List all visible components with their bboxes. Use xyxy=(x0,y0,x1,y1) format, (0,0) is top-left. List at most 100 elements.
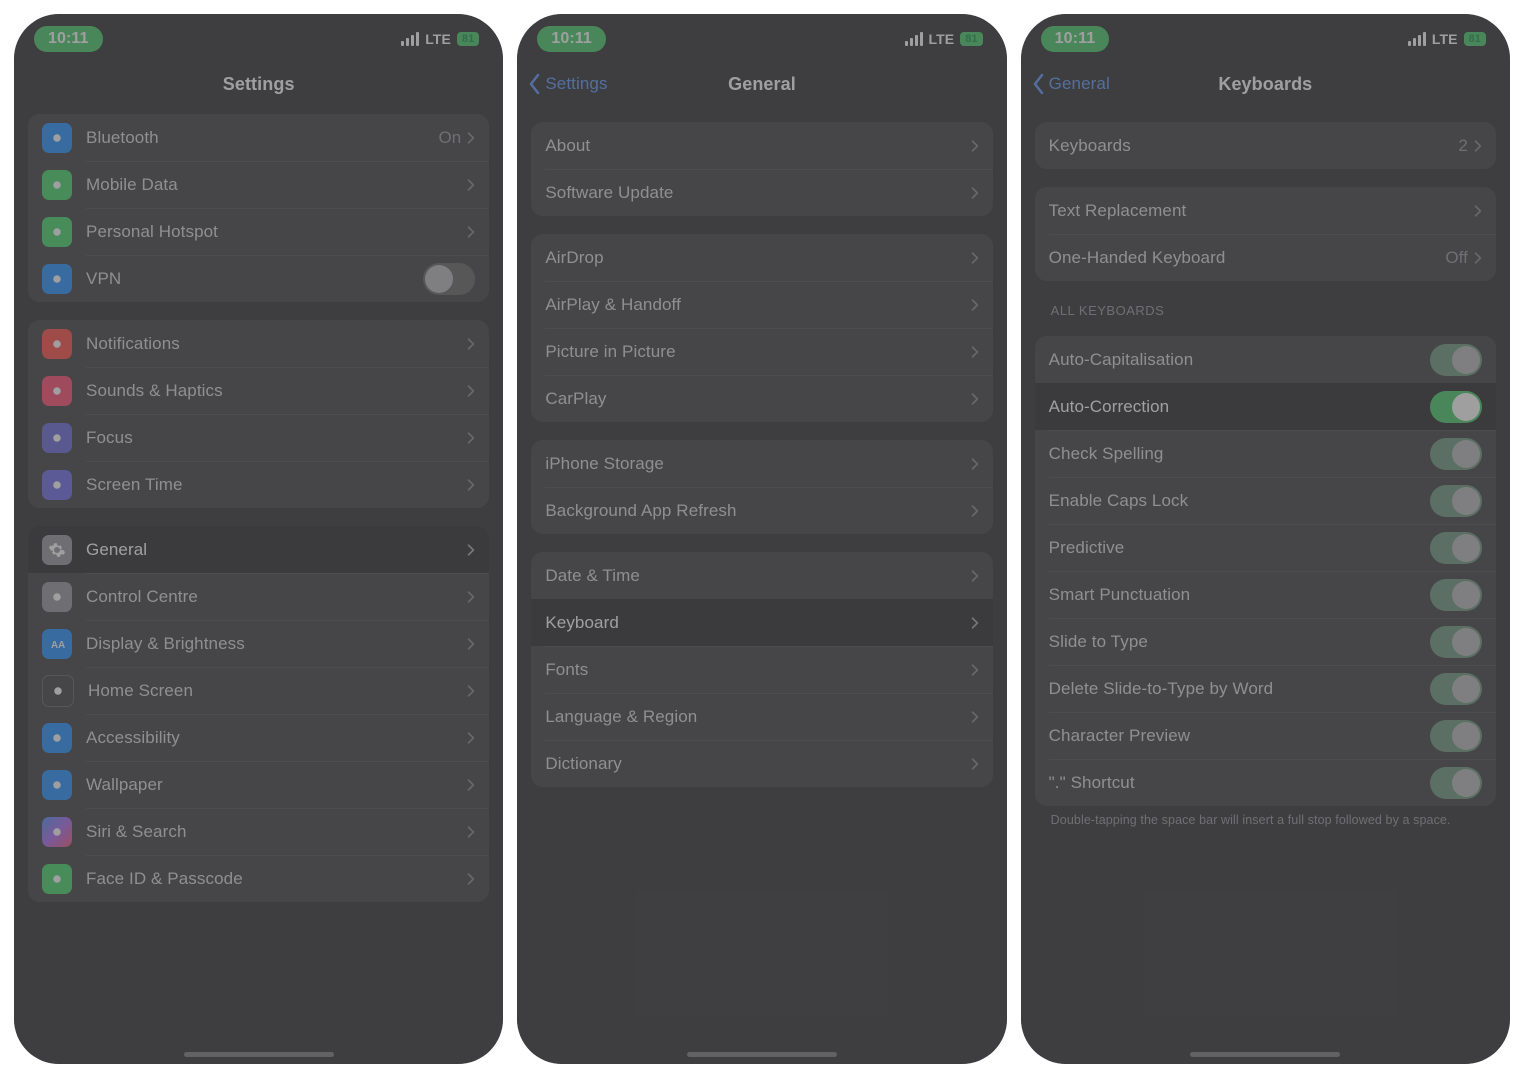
toggle-switch[interactable] xyxy=(1430,579,1482,611)
general-row-date-time[interactable]: Date & Time xyxy=(531,552,992,599)
chevron-right-icon xyxy=(971,569,979,583)
settings-row-general[interactable]: General xyxy=(28,526,489,573)
general-row-keyboard[interactable]: Keyboard xyxy=(531,599,992,646)
settings-row-face-id-passcode[interactable]: Face ID & Passcode xyxy=(28,855,489,902)
general-row-picture-in-picture[interactable]: Picture in Picture xyxy=(531,328,992,375)
chevron-right-icon xyxy=(971,186,979,200)
general-row-carplay[interactable]: CarPlay xyxy=(531,375,992,422)
keyboards-row-one-handed-keyboard[interactable]: One-Handed KeyboardOff xyxy=(1035,234,1496,281)
row-label: Delete Slide-to-Type by Word xyxy=(1049,679,1430,699)
settings-row-notifications[interactable]: Notifications xyxy=(28,320,489,367)
settings-row-accessibility[interactable]: Accessibility xyxy=(28,714,489,761)
status-time: 10:11 xyxy=(34,26,103,52)
keyboards-row-keyboards[interactable]: Keyboards2 xyxy=(1035,122,1496,169)
chevron-right-icon xyxy=(467,778,475,792)
chevron-right-icon xyxy=(467,225,475,239)
home-indicator[interactable] xyxy=(184,1052,334,1057)
row-label: Face ID & Passcode xyxy=(86,869,467,889)
toggle-switch[interactable] xyxy=(1430,720,1482,752)
toggle-switch[interactable] xyxy=(1430,767,1482,799)
row-label: Wallpaper xyxy=(86,775,467,795)
settings-row-wallpaper[interactable]: Wallpaper xyxy=(28,761,489,808)
keyboard-toggle-character-preview: Character Preview xyxy=(1035,712,1496,759)
toggle-switch[interactable] xyxy=(1430,391,1482,423)
row-label: Home Screen xyxy=(88,681,467,701)
settings-row-mobile-data[interactable]: Mobile Data xyxy=(28,161,489,208)
general-row-fonts[interactable]: Fonts xyxy=(531,646,992,693)
chevron-right-icon xyxy=(971,345,979,359)
chevron-right-icon xyxy=(467,684,475,698)
chevron-right-icon xyxy=(971,251,979,265)
home-indicator[interactable] xyxy=(687,1052,837,1057)
row-label: Picture in Picture xyxy=(545,342,970,362)
back-button[interactable]: General xyxy=(1031,73,1110,95)
keyboards-row-text-replacement[interactable]: Text Replacement xyxy=(1035,187,1496,234)
home-indicator[interactable] xyxy=(1190,1052,1340,1057)
link-icon xyxy=(42,217,72,247)
general-row-airplay-handoff[interactable]: AirPlay & Handoff xyxy=(531,281,992,328)
keyboard-toggle-slide-to-type: Slide to Type xyxy=(1035,618,1496,665)
settings-row-screen-time[interactable]: Screen Time xyxy=(28,461,489,508)
general-row-dictionary[interactable]: Dictionary xyxy=(531,740,992,787)
chevron-right-icon xyxy=(1474,139,1482,153)
toggle-switch[interactable] xyxy=(1430,532,1482,564)
toggle-switch[interactable] xyxy=(1430,485,1482,517)
toggle-switch[interactable] xyxy=(1430,626,1482,658)
chevron-right-icon xyxy=(467,825,475,839)
row-value: Off xyxy=(1445,248,1468,268)
general-row-software-update[interactable]: Software Update xyxy=(531,169,992,216)
row-label: Smart Punctuation xyxy=(1049,585,1430,605)
general-row-iphone-storage[interactable]: iPhone Storage xyxy=(531,440,992,487)
general-group-storage: iPhone StorageBackground App Refresh xyxy=(531,440,992,534)
row-label: Display & Brightness xyxy=(86,634,467,654)
status-time: 10:11 xyxy=(1041,26,1110,52)
toggle-switch[interactable] xyxy=(1430,438,1482,470)
row-label: Keyboards xyxy=(1049,136,1459,156)
keyboard-toggle-check-spelling: Check Spelling xyxy=(1035,430,1496,477)
row-label: Date & Time xyxy=(545,566,970,586)
settings-row-display-brightness[interactable]: AADisplay & Brightness xyxy=(28,620,489,667)
settings-row-personal-hotspot[interactable]: Personal Hotspot xyxy=(28,208,489,255)
screen-general: 10:11 LTE 81 Settings General AboutSoftw… xyxy=(517,14,1006,1064)
signal-icon xyxy=(905,32,923,46)
row-label: Software Update xyxy=(545,183,970,203)
chevron-right-icon xyxy=(467,384,475,398)
screen-settings: 10:11 LTE 81 Settings BluetoothOnMobile … xyxy=(14,14,503,1064)
row-label: CarPlay xyxy=(545,389,970,409)
settings-row-bluetooth[interactable]: BluetoothOn xyxy=(28,114,489,161)
settings-group-general: General Control Centre AADisplay & Brightn… xyxy=(28,526,489,902)
settings-row-vpn[interactable]: VPN xyxy=(28,255,489,302)
general-row-about[interactable]: About xyxy=(531,122,992,169)
person-icon xyxy=(42,723,72,753)
row-label: Check Spelling xyxy=(1049,444,1430,464)
back-button[interactable]: Settings xyxy=(527,73,607,95)
settings-row-sounds-haptics[interactable]: Sounds & Haptics xyxy=(28,367,489,414)
toggle-switch[interactable] xyxy=(1430,344,1482,376)
back-label: General xyxy=(1049,74,1110,94)
row-label: About xyxy=(545,136,970,156)
general-row-language-region[interactable]: Language & Region xyxy=(531,693,992,740)
general-row-background-app-refresh[interactable]: Background App Refresh xyxy=(531,487,992,534)
settings-row-focus[interactable]: Focus xyxy=(28,414,489,461)
chevron-right-icon xyxy=(971,392,979,406)
settings-row-home-screen[interactable]: Home Screen xyxy=(28,667,489,714)
nav-bar: General Keyboards xyxy=(1021,64,1510,104)
chevron-right-icon xyxy=(971,139,979,153)
chevron-right-icon xyxy=(467,478,475,492)
nav-bar: Settings General xyxy=(517,64,1006,104)
general-row-airdrop[interactable]: AirDrop xyxy=(531,234,992,281)
footer-note: Double-tapping the space bar will insert… xyxy=(1051,812,1480,829)
antenna-icon xyxy=(42,170,72,200)
settings-row-control-centre[interactable]: Control Centre xyxy=(28,573,489,620)
toggle-switch[interactable] xyxy=(1430,673,1482,705)
keyboards-group-toggles: Auto-CapitalisationAuto-CorrectionCheck … xyxy=(1035,336,1496,806)
vpn-toggle[interactable] xyxy=(423,263,475,295)
page-title: Settings xyxy=(223,74,295,95)
chevron-right-icon xyxy=(1474,251,1482,265)
flower-icon xyxy=(42,770,72,800)
row-label: Control Centre xyxy=(86,587,467,607)
keyboard-toggle-delete-slide-to-type-by-word: Delete Slide-to-Type by Word xyxy=(1035,665,1496,712)
row-label: Personal Hotspot xyxy=(86,222,467,242)
settings-row-siri-search[interactable]: Siri & Search xyxy=(28,808,489,855)
row-label: Dictionary xyxy=(545,754,970,774)
